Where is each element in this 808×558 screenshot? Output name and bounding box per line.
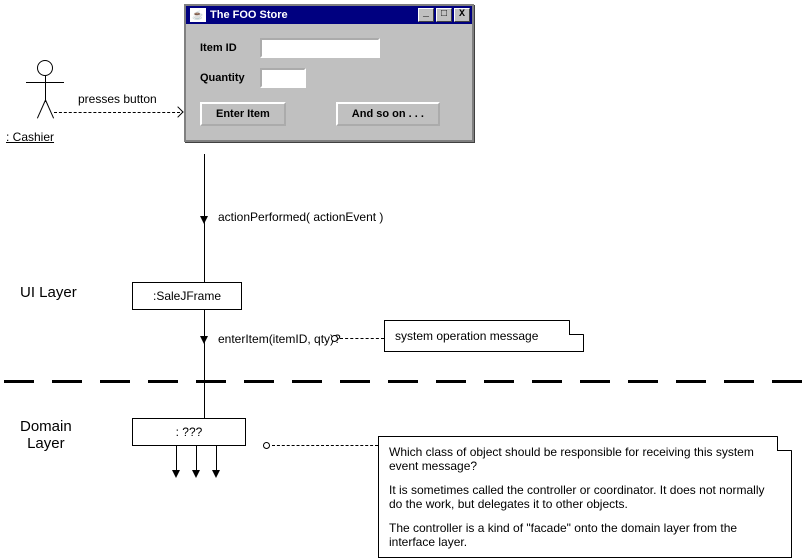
domain-note-p2: It is sometimes called the controller or… xyxy=(389,483,781,511)
action-performed-label: actionPerformed( actionEvent ) xyxy=(218,210,383,224)
system-operation-note: system operation message xyxy=(384,320,584,352)
arrow-2 xyxy=(200,336,208,344)
note1-connector xyxy=(340,338,384,339)
window-titlebar: ☕ The FOO Store _ □ X xyxy=(186,6,472,24)
domain-responsibility-note: Which class of object should be responsi… xyxy=(378,436,792,558)
sale-jframe-box: :SaleJFrame xyxy=(132,282,242,310)
out-arrow-2 xyxy=(192,470,200,478)
out-arrow-3 xyxy=(212,470,220,478)
minimize-button[interactable]: _ xyxy=(418,8,434,22)
cashier-actor xyxy=(20,60,70,130)
quantity-label: Quantity xyxy=(200,72,260,84)
domain-note-p1: Which class of object should be responsi… xyxy=(389,445,781,473)
note1-anchor xyxy=(331,335,338,342)
presses-arrow-head xyxy=(172,106,183,117)
foo-store-window: ☕ The FOO Store _ □ X Item ID Quantity E… xyxy=(184,4,474,142)
seq-line-2 xyxy=(204,310,205,418)
out-line-3 xyxy=(216,446,217,472)
item-id-label: Item ID xyxy=(200,42,260,54)
layer-separator xyxy=(4,380,804,383)
domain-note-p3: The controller is a kind of "facade" ont… xyxy=(389,521,781,549)
presses-arrow-line xyxy=(54,112,180,113)
sale-jframe-text: :SaleJFrame xyxy=(153,289,221,303)
quantity-input[interactable] xyxy=(260,68,306,88)
out-line-1 xyxy=(176,446,177,472)
domain-controller-box: : ??? xyxy=(132,418,246,446)
out-arrow-1 xyxy=(172,470,180,478)
domain-controller-text: : ??? xyxy=(176,425,203,439)
ui-layer-label: UI Layer xyxy=(20,284,77,301)
actor-label: : Cashier xyxy=(6,130,54,144)
system-operation-text: system operation message xyxy=(395,329,538,343)
item-id-input[interactable] xyxy=(260,38,380,58)
maximize-button[interactable]: □ xyxy=(436,8,452,22)
enter-item-button[interactable]: Enter Item xyxy=(200,102,286,126)
note2-connector xyxy=(272,445,378,446)
and-so-on-button[interactable]: And so on . . . xyxy=(336,102,440,126)
java-cup-icon: ☕ xyxy=(190,8,206,22)
enter-item-label: enterItem(itemID, qty)? xyxy=(218,332,341,346)
arrow-1 xyxy=(200,216,208,224)
out-line-2 xyxy=(196,446,197,472)
note2-anchor xyxy=(263,442,270,449)
domain-layer-label: Domain Layer xyxy=(20,418,72,452)
close-button[interactable]: X xyxy=(454,8,470,22)
presses-button-label: presses button xyxy=(78,92,157,106)
window-title: The FOO Store xyxy=(210,9,288,21)
